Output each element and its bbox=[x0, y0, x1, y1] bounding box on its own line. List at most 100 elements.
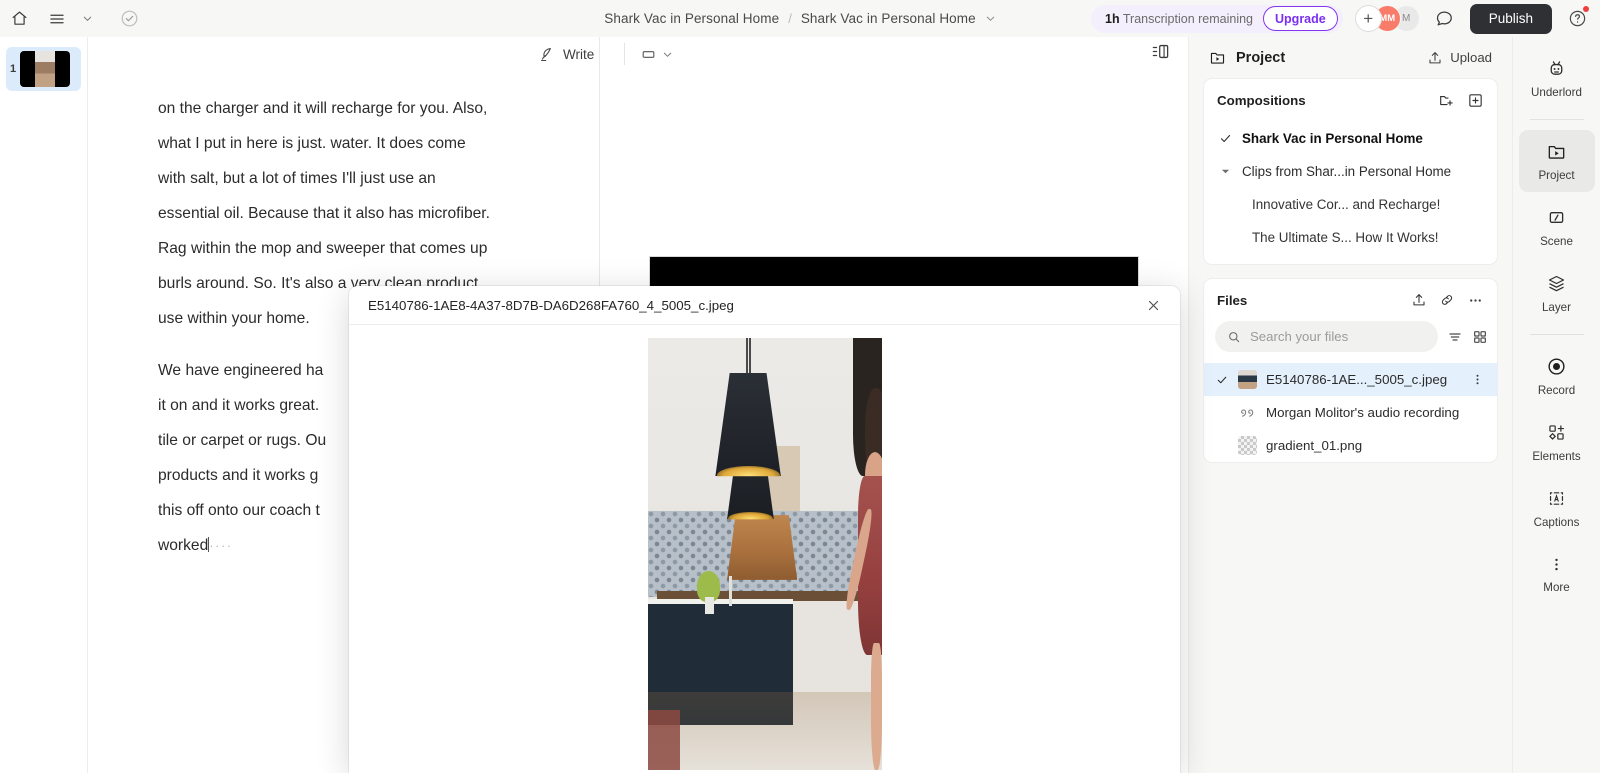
record-circle-icon bbox=[1548, 357, 1565, 375]
kitchen-photo-preview bbox=[647, 338, 882, 770]
tool-rail: Underlord Project Scene Layer Record Ele… bbox=[1512, 37, 1600, 773]
scene-thumbnail-1[interactable]: 1 bbox=[6, 47, 81, 91]
rail-item-captions[interactable]: Captions bbox=[1519, 477, 1595, 539]
rail-item-project[interactable]: Project bbox=[1518, 130, 1595, 192]
composition-label: The Ultimate S... How It Works! bbox=[1252, 230, 1439, 245]
check-icon bbox=[1217, 132, 1234, 145]
pause-dots: ···· bbox=[209, 538, 233, 553]
help-question-icon[interactable] bbox=[1562, 4, 1592, 34]
add-collaborator-button[interactable]: + bbox=[1354, 5, 1382, 32]
top-bar-right-group: 1h Transcription remaining Upgrade + MM … bbox=[1091, 0, 1592, 37]
close-x-icon[interactable] bbox=[1140, 292, 1166, 318]
write-label: Write bbox=[563, 46, 595, 62]
file-row[interactable]: Morgan Molitor's audio recording bbox=[1204, 396, 1497, 429]
upload-icon[interactable] bbox=[1411, 292, 1427, 308]
files-card: Files Search your files E5140786-1AE..._… bbox=[1203, 278, 1498, 463]
image-preview-modal: E5140786-1AE8-4A37-8D7B-DA6D268FA760_4_5… bbox=[349, 286, 1180, 773]
transcription-status: 1h Transcription remaining Upgrade bbox=[1091, 4, 1343, 33]
composition-item[interactable]: The Ultimate S... How It Works! bbox=[1204, 221, 1497, 254]
project-panel: Project Upload Compositions Shark Vac in… bbox=[1188, 37, 1512, 773]
rail-label: Underlord bbox=[1531, 85, 1582, 99]
breadcrumb-parent[interactable]: Shark Vac in Personal Home bbox=[604, 11, 779, 26]
upload-label: Upload bbox=[1450, 50, 1492, 65]
breadcrumb-separator: / bbox=[788, 11, 792, 26]
transcript-line[interactable]: Rag within the mop and sweeper that come… bbox=[158, 231, 571, 266]
project-folder-play-icon bbox=[1209, 49, 1226, 66]
robot-underlord-icon bbox=[1550, 60, 1563, 75]
upgrade-button[interactable]: Upgrade bbox=[1263, 6, 1338, 31]
rail-item-more[interactable]: More bbox=[1519, 543, 1595, 605]
rail-label: More bbox=[1543, 580, 1570, 594]
file-row[interactable]: E5140786-1AE..._5005_c.jpeg bbox=[1204, 363, 1497, 396]
transcript-line[interactable]: with salt, but a lot of times I'll just … bbox=[158, 161, 571, 196]
compositions-list: Shark Vac in Personal Home Clips from Sh… bbox=[1204, 121, 1497, 264]
sort-icon[interactable] bbox=[1447, 329, 1463, 345]
project-folder-play-icon bbox=[1548, 145, 1565, 159]
grid-view-icon[interactable] bbox=[1472, 329, 1488, 345]
aspect-ratio-icon bbox=[642, 50, 655, 58]
panel-layout-icon[interactable] bbox=[1151, 42, 1170, 66]
file-thumbnail bbox=[1238, 370, 1257, 389]
chevron-down-icon[interactable] bbox=[985, 13, 996, 24]
transcription-label: 1h Transcription remaining bbox=[1105, 12, 1253, 26]
top-bar-left-group bbox=[0, 0, 148, 37]
scene-slash-icon bbox=[1549, 211, 1564, 223]
comment-bubble-icon[interactable] bbox=[1430, 4, 1460, 34]
caret-down-icon[interactable] bbox=[1217, 167, 1234, 176]
rail-item-record[interactable]: Record bbox=[1519, 345, 1595, 407]
modal-header: E5140786-1AE8-4A37-8D7B-DA6D268FA760_4_5… bbox=[349, 286, 1180, 325]
search-input[interactable] bbox=[1250, 329, 1426, 344]
toolbar-divider bbox=[624, 43, 626, 65]
transcript-line[interactable]: what I put in here is just. water. It do… bbox=[158, 126, 571, 161]
editor-toolbar: Write bbox=[541, 37, 1188, 71]
composition-label: Innovative Cor... and Recharge! bbox=[1252, 197, 1441, 212]
composition-item[interactable]: Clips from Shar...in Personal Home bbox=[1204, 155, 1497, 188]
elements-add-icon bbox=[1549, 424, 1565, 440]
scene-filmstrip: 1 bbox=[0, 37, 88, 773]
plus-square-icon[interactable] bbox=[1467, 92, 1484, 109]
rail-item-elements[interactable]: Elements bbox=[1519, 411, 1595, 473]
search-input-wrapper[interactable] bbox=[1215, 321, 1438, 352]
app-root: Shark Vac in Personal Home / Shark Vac i… bbox=[0, 0, 1600, 773]
project-panel-header: Project Upload bbox=[1203, 37, 1498, 78]
ellipsis-vertical-icon[interactable] bbox=[1468, 372, 1487, 387]
transcript-line[interactable]: on the charger and it will recharge for … bbox=[158, 91, 571, 126]
quill-pen-icon bbox=[541, 47, 551, 61]
rail-label: Layer bbox=[1541, 300, 1571, 314]
check-circle-icon[interactable] bbox=[110, 0, 148, 37]
compositions-title: Compositions bbox=[1217, 92, 1306, 108]
transcript-line[interactable]: essential oil. Because that it also has … bbox=[158, 196, 571, 231]
file-row[interactable]: gradient_01.png bbox=[1204, 429, 1497, 462]
upload-icon bbox=[1429, 51, 1441, 63]
rail-item-scene[interactable]: Scene bbox=[1519, 196, 1595, 258]
rail-item-layer[interactable]: Layer bbox=[1519, 262, 1595, 324]
file-name: gradient_01.png bbox=[1266, 438, 1363, 453]
composition-item[interactable]: Innovative Cor... and Recharge! bbox=[1204, 188, 1497, 221]
file-name: Morgan Molitor's audio recording bbox=[1266, 405, 1460, 420]
hamburger-menu-icon[interactable] bbox=[38, 0, 76, 37]
help-notification-badge bbox=[1583, 5, 1589, 12]
write-button[interactable]: Write bbox=[538, 46, 608, 63]
aspect-ratio-selector[interactable] bbox=[641, 47, 673, 62]
publish-button[interactable]: Publish bbox=[1469, 3, 1552, 34]
scene-number: 1 bbox=[9, 63, 17, 75]
new-folder-icon[interactable] bbox=[1438, 92, 1455, 109]
compositions-header: Compositions bbox=[1204, 79, 1497, 121]
composition-item[interactable]: Shark Vac in Personal Home bbox=[1204, 122, 1497, 155]
rail-label: Scene bbox=[1540, 234, 1573, 248]
chevron-down-icon[interactable] bbox=[76, 0, 98, 37]
transcription-amount: 1h bbox=[1105, 11, 1120, 26]
breadcrumb-current[interactable]: Shark Vac in Personal Home bbox=[801, 11, 976, 26]
rail-divider bbox=[1529, 334, 1584, 335]
composition-label: Clips from Shar...in Personal Home bbox=[1242, 164, 1452, 179]
modal-title: E5140786-1AE8-4A37-8D7B-DA6D268FA760_4_5… bbox=[368, 297, 734, 313]
home-icon[interactable] bbox=[0, 0, 38, 37]
file-name: E5140786-1AE..._5005_c.jpeg bbox=[1266, 372, 1448, 387]
layers-stack-icon bbox=[1548, 275, 1565, 291]
upload-button[interactable]: Upload bbox=[1427, 50, 1492, 66]
ellipsis-vertical-icon bbox=[1555, 558, 1558, 570]
check-icon bbox=[1215, 374, 1229, 386]
rail-item-underlord[interactable]: Underlord bbox=[1519, 47, 1595, 109]
link-icon[interactable] bbox=[1439, 292, 1455, 308]
ellipsis-horizontal-icon[interactable] bbox=[1467, 292, 1484, 309]
